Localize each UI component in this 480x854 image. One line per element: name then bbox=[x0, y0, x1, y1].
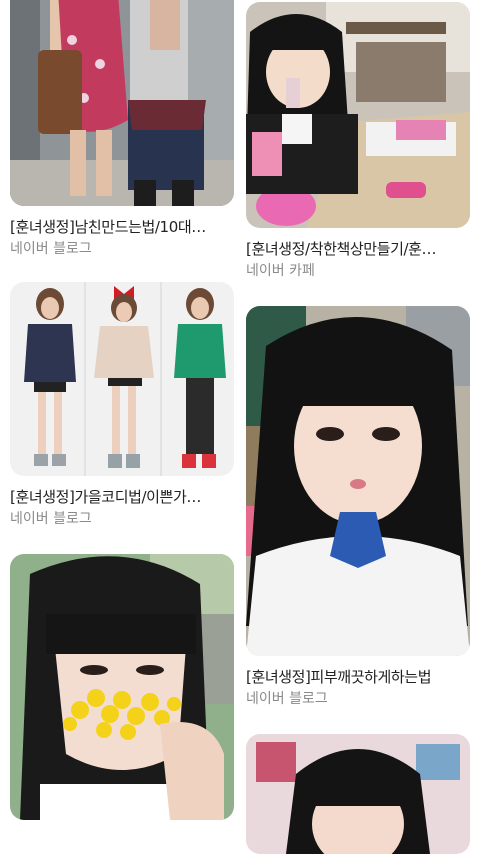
result-title[interactable]: [훈녀생정/착한책상만들기/훈… bbox=[246, 239, 470, 259]
result-thumbnail[interactable] bbox=[246, 2, 470, 228]
result-source: 네이버 카페 bbox=[246, 263, 315, 279]
result-title[interactable]: [훈녀생정]남친만드는법/10대… bbox=[10, 217, 234, 237]
two-people-street-photo bbox=[10, 0, 234, 206]
result-thumbnail[interactable] bbox=[10, 0, 234, 206]
girl-selfie-classroom-photo bbox=[246, 306, 470, 656]
girl-in-classroom-photo bbox=[246, 734, 470, 854]
three-outfits-photo bbox=[10, 282, 234, 476]
result-thumbnail[interactable] bbox=[246, 734, 470, 854]
result-card[interactable]: [훈녀생정/착한책상만들기/훈… 네이버 카페 bbox=[246, 2, 470, 280]
result-source: 네이버 블로그 bbox=[10, 241, 92, 257]
result-thumbnail[interactable] bbox=[10, 282, 234, 476]
girl-at-school-desk-photo bbox=[246, 2, 470, 228]
result-title[interactable]: [훈녀생정]가을코디법/이쁜가… bbox=[10, 487, 234, 507]
result-thumbnail[interactable] bbox=[246, 306, 470, 656]
result-card[interactable]: [훈녀생정]피부깨끗하게하는법 네이버 블로그 bbox=[246, 306, 470, 708]
result-card[interactable]: [훈녀생정]가을코디법/이쁜가… 네이버 블로그 bbox=[10, 282, 234, 528]
girl-with-yellow-flowers-photo bbox=[10, 554, 234, 820]
result-source: 네이버 블로그 bbox=[246, 691, 328, 707]
result-card[interactable]: [훈녀생정]남친만드는법/10대… 네이버 블로그 bbox=[10, 0, 234, 258]
result-source: 네이버 블로그 bbox=[10, 511, 92, 527]
result-title[interactable]: [훈녀생정]피부깨끗하게하는법 bbox=[246, 667, 470, 687]
result-card[interactable] bbox=[10, 554, 234, 820]
result-thumbnail[interactable] bbox=[10, 554, 234, 820]
result-card[interactable] bbox=[246, 734, 470, 854]
